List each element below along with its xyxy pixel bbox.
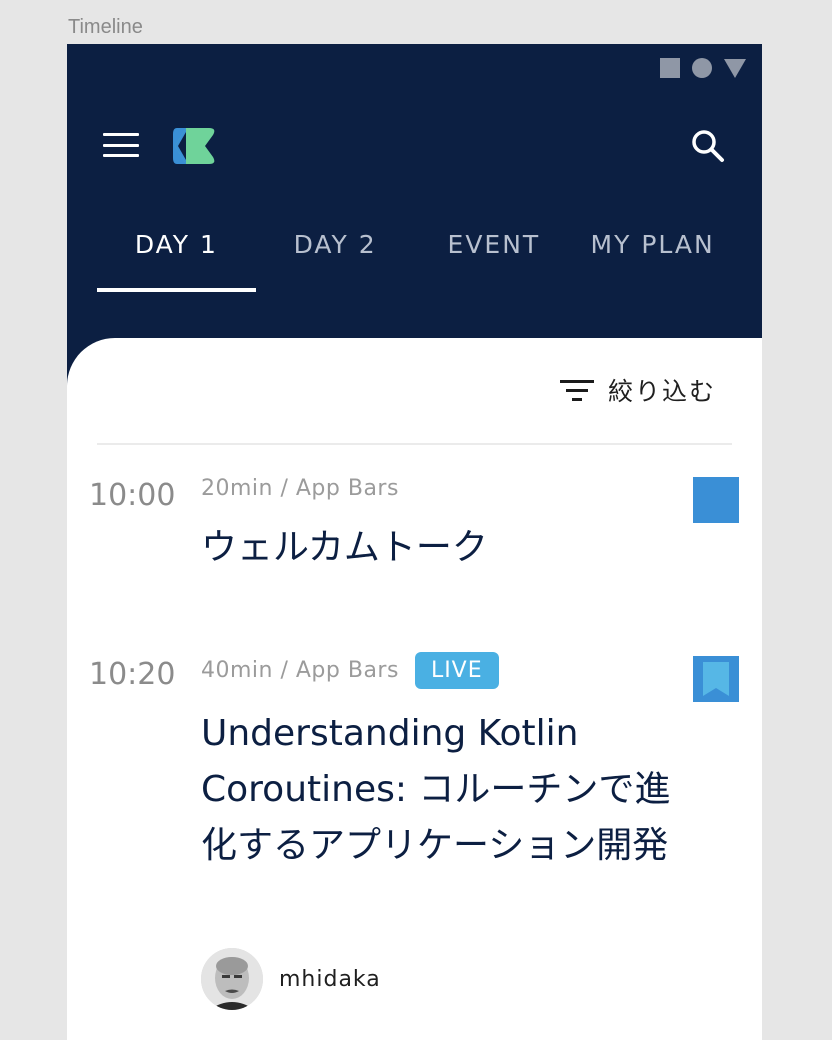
circle-icon bbox=[692, 58, 712, 78]
session-title: ウェルカムトーク bbox=[201, 527, 488, 568]
filter-button[interactable]: 絞り込む bbox=[559, 372, 716, 408]
kotlin-fest-logo-icon bbox=[171, 122, 219, 170]
day-tabs: DAY 1 DAY 2 EVENT MY PLAN bbox=[97, 214, 732, 292]
device-screen: DAY 1 DAY 2 EVENT MY PLAN 絞り込む 10:00 20m… bbox=[67, 44, 762, 1040]
live-badge: LIVE bbox=[414, 652, 499, 689]
frame-label: Timeline bbox=[68, 16, 143, 38]
tab-event[interactable]: EVENT bbox=[415, 214, 574, 292]
session-meta: 40min / App Bars LIVE bbox=[201, 652, 499, 689]
session-time: 10:20 bbox=[89, 657, 176, 692]
speaker-avatar bbox=[201, 948, 263, 1010]
square-icon bbox=[660, 58, 680, 78]
session-meta: 20min / App Bars bbox=[201, 476, 399, 501]
session-time: 10:00 bbox=[89, 478, 176, 513]
session-meta-text: 40min / App Bars bbox=[201, 658, 399, 683]
divider bbox=[97, 443, 732, 445]
search-icon[interactable] bbox=[688, 126, 728, 166]
tab-day-2[interactable]: DAY 2 bbox=[256, 214, 415, 292]
timeline-sheet: 絞り込む 10:00 20min / App Bars ウェルカムトーク 10:… bbox=[67, 338, 762, 1040]
status-bar bbox=[660, 58, 746, 78]
bookmark-filled-icon[interactable] bbox=[693, 656, 739, 702]
session-meta-text: 20min / App Bars bbox=[201, 476, 399, 501]
filter-list-icon bbox=[559, 378, 594, 402]
hamburger-menu-icon[interactable] bbox=[103, 133, 139, 157]
filter-label: 絞り込む bbox=[607, 377, 716, 406]
tab-day-1[interactable]: DAY 1 bbox=[97, 214, 256, 292]
bookmark-icon[interactable] bbox=[693, 477, 739, 523]
speaker-name: mhidaka bbox=[279, 966, 381, 992]
session-title: Understanding Kotlin Coroutines: コルーチンで進… bbox=[201, 713, 671, 866]
triangle-icon bbox=[724, 58, 746, 78]
session-speaker[interactable]: mhidaka bbox=[201, 948, 381, 1010]
tab-my-plan[interactable]: MY PLAN bbox=[573, 214, 732, 292]
